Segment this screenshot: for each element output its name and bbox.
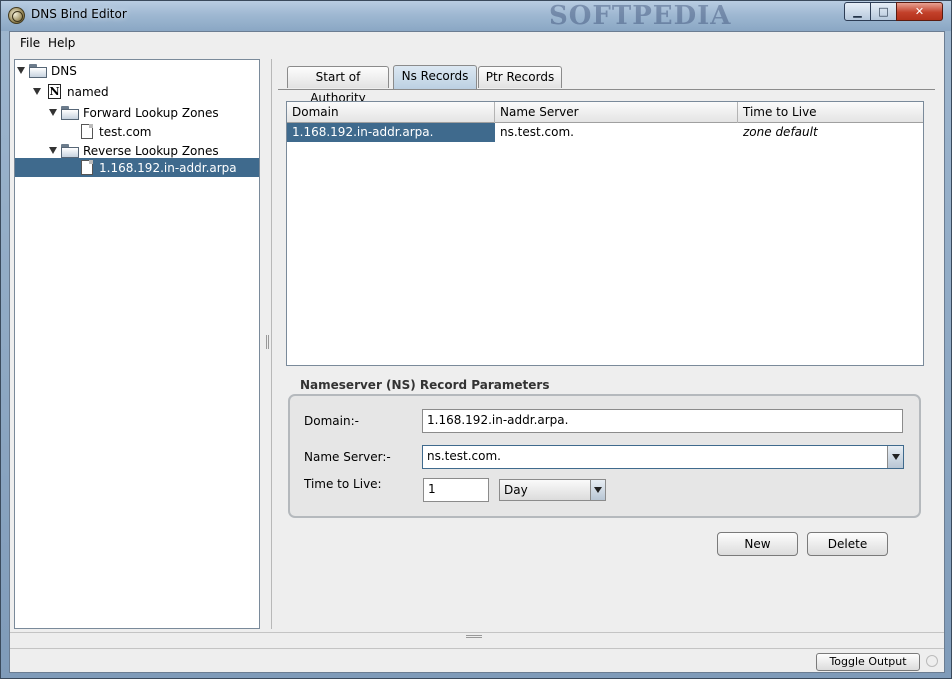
ttl-field[interactable]: 1 <box>423 478 489 502</box>
folder-icon <box>61 144 79 158</box>
document-icon <box>81 160 93 175</box>
window-title: DNS Bind Editor <box>31 7 127 21</box>
named-icon: N <box>48 84 61 99</box>
column-header-domain[interactable]: Domain <box>287 102 495 123</box>
menu-bar: File Help <box>10 32 944 54</box>
tree-item-label: DNS <box>51 64 77 78</box>
divider-line <box>271 59 272 629</box>
tab-underline <box>278 89 935 90</box>
group-title: Nameserver (NS) Record Parameters <box>300 378 550 392</box>
chevron-down-icon[interactable] <box>887 446 903 468</box>
watermark: SOFTPEDIA <box>549 1 732 31</box>
title-bar[interactable]: DNS Bind Editor SOFTPEDIA ▁ □ ✕ <box>1 1 951 31</box>
folder-icon <box>61 106 79 120</box>
tab-ns-records[interactable]: Ns Records <box>393 65 477 89</box>
tree-item-label: 1.168.192.in-addr.arpa <box>99 161 237 175</box>
column-header-ttl[interactable]: Time to Live <box>738 102 923 123</box>
menu-help[interactable]: Help <box>48 36 75 50</box>
client-area: File Help DNS N named Forward Lookup Zon… <box>9 31 945 673</box>
folder-icon <box>29 64 47 78</box>
app-globe-icon <box>8 7 25 24</box>
grip-icon <box>266 335 269 349</box>
expand-arrow-icon[interactable] <box>49 147 57 154</box>
tab-ptr-records[interactable]: Ptr Records <box>478 66 562 88</box>
resize-grip-icon[interactable] <box>926 655 938 667</box>
cell-ttl[interactable]: zone default <box>738 123 923 142</box>
status-bar: Toggle Output <box>10 648 944 672</box>
tree-item-label: test.com <box>99 125 152 139</box>
ttl-unit-select[interactable]: Day <box>499 479 606 501</box>
cell-name-server[interactable]: ns.test.com. <box>495 123 738 142</box>
cell-domain[interactable]: 1.168.192.in-addr.arpa. <box>287 123 495 142</box>
ns-records-table[interactable]: Domain Name Server Time to Live 1.168.19… <box>286 101 924 366</box>
delete-button[interactable]: Delete <box>807 532 888 556</box>
expand-arrow-icon[interactable] <box>17 67 25 74</box>
expand-arrow-icon[interactable] <box>49 109 57 116</box>
tree-item-label: Forward Lookup Zones <box>83 106 219 120</box>
grip-icon <box>466 635 482 638</box>
new-button[interactable]: New <box>717 532 798 556</box>
name-server-label: Name Server:- <box>304 450 391 464</box>
close-button[interactable]: ✕ <box>896 2 943 21</box>
split-pane-divider[interactable] <box>264 59 272 629</box>
domain-field[interactable]: 1.168.192.in-addr.arpa. <box>422 409 903 433</box>
domain-label: Domain:- <box>304 414 359 428</box>
column-header-name-server[interactable]: Name Server <box>495 102 738 123</box>
expand-arrow-icon[interactable] <box>33 88 41 95</box>
tree-item-label: named <box>67 85 109 99</box>
ttl-label: Time to Live: <box>304 477 382 491</box>
output-pane-divider[interactable] <box>10 632 944 640</box>
tree-item-label: Reverse Lookup Zones <box>83 144 219 158</box>
table-row[interactable]: 1.168.192.in-addr.arpa. ns.test.com. zon… <box>287 123 923 142</box>
ttl-unit-value: Day <box>504 483 528 497</box>
table-header: Domain Name Server Time to Live <box>287 102 923 123</box>
maximize-button[interactable]: □ <box>870 2 897 21</box>
chevron-down-icon[interactable] <box>590 480 605 500</box>
document-icon <box>81 124 93 139</box>
toggle-output-button[interactable]: Toggle Output <box>816 653 920 671</box>
tab-start-of-authority[interactable]: Start of Authority <box>287 66 389 105</box>
zone-tree[interactable]: DNS N named Forward Lookup Zones test.co… <box>14 59 260 629</box>
minimize-button[interactable]: ▁ <box>844 2 871 21</box>
menu-file[interactable]: File <box>20 36 40 50</box>
name-server-combo[interactable]: ns.test.com. <box>422 445 904 469</box>
app-window: DNS Bind Editor SOFTPEDIA ▁ □ ✕ File Hel… <box>0 0 952 679</box>
